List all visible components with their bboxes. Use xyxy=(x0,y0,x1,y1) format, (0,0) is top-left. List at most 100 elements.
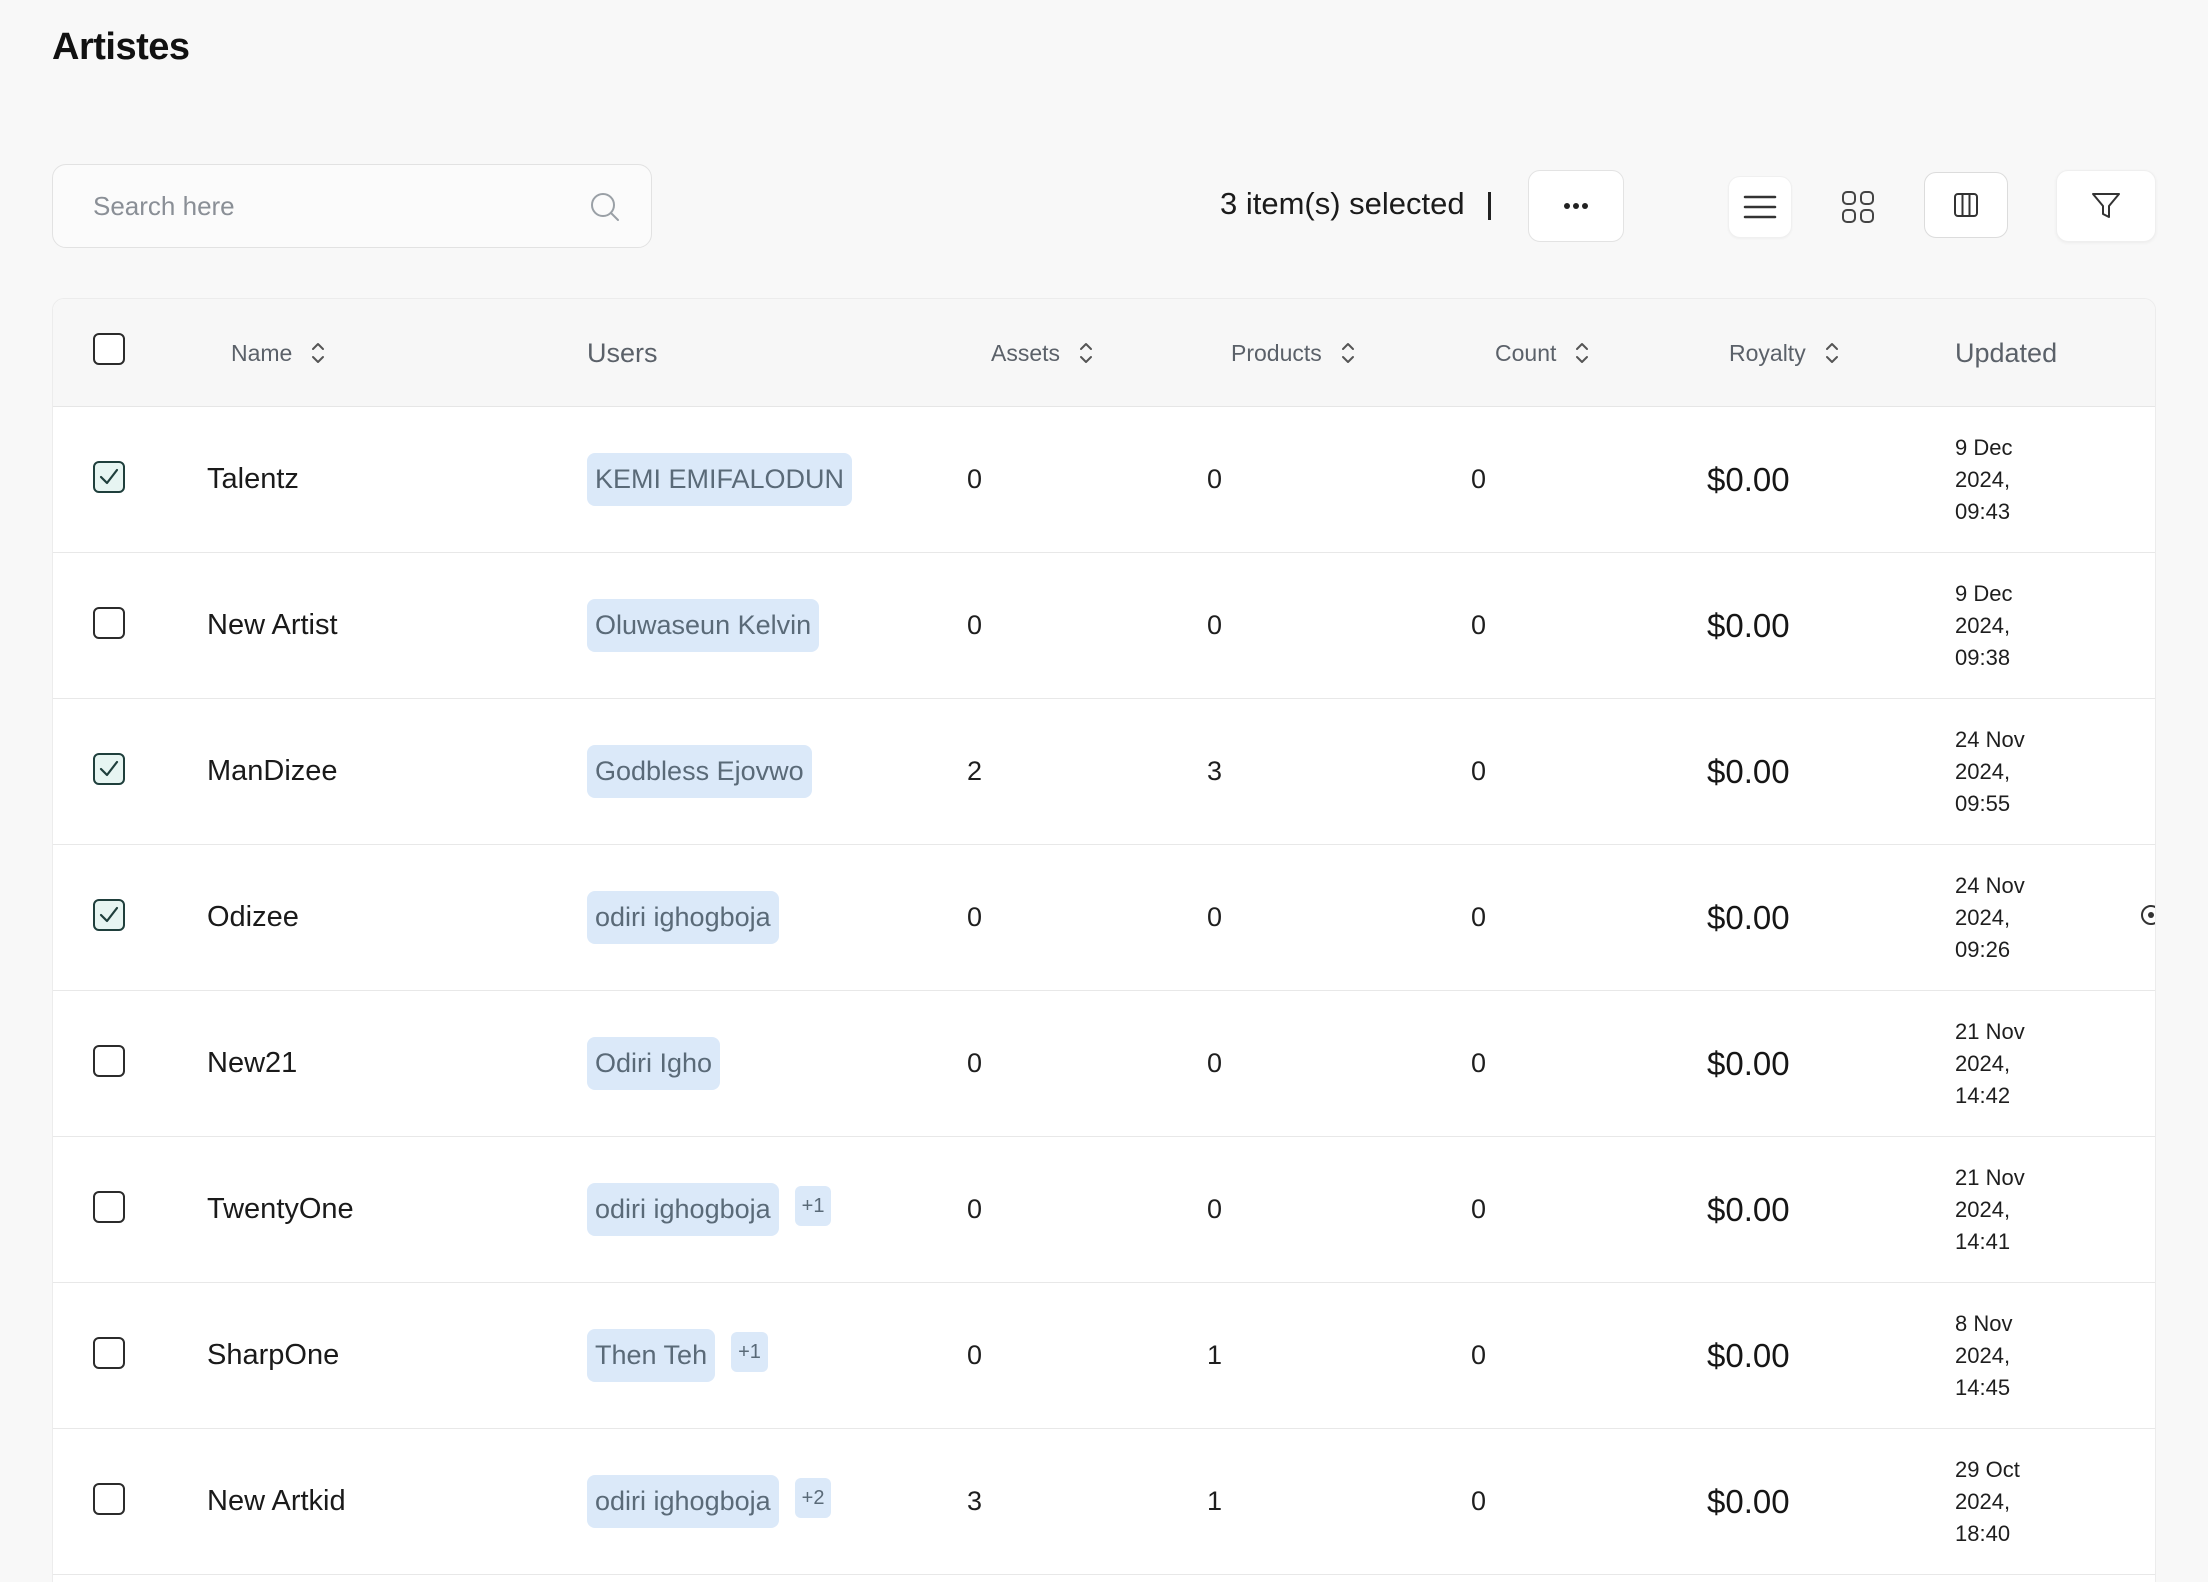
more-actions-button[interactable] xyxy=(1528,170,1624,242)
count-value: 0 xyxy=(1471,464,1487,494)
users-cell: KEMI EMIFALODUN xyxy=(587,407,853,552)
table-row[interactable]: Talentz KEMI EMIFALODUN 0 0 0 $0.00 9 Dec 2024,… xyxy=(53,407,2155,553)
updated-year: 2024, xyxy=(1955,904,2011,930)
updated-year: 2024, xyxy=(1955,1050,2011,1076)
artist-name[interactable]: New Artkid xyxy=(207,1429,346,1574)
user-chip[interactable]: odiri ighogboja xyxy=(587,1183,779,1236)
royalty-value: $0.00 xyxy=(1707,1482,1790,1520)
view-icon[interactable] xyxy=(2139,903,2156,927)
sort-icon xyxy=(312,343,325,363)
row-checkbox[interactable] xyxy=(93,899,125,931)
column-header-products[interactable]: Products xyxy=(1231,299,1356,407)
sort-icon xyxy=(1080,343,1093,363)
updated-year: 2024, xyxy=(1955,758,2011,784)
row-checkbox[interactable] xyxy=(93,1483,125,1515)
artist-name[interactable]: New Artist xyxy=(207,553,338,698)
artists-table: Name Users Assets Products Count Royalty… xyxy=(52,298,2156,1582)
check-icon xyxy=(99,760,119,777)
column-header-users: Users xyxy=(587,299,658,407)
updated-time: 09:26 xyxy=(1955,936,2011,962)
royalty-value: $0.00 xyxy=(1707,1336,1790,1374)
assets-value: 0 xyxy=(967,464,983,494)
users-cell: Godbless Ejovwo xyxy=(587,699,812,844)
more-users-badge[interactable]: +1 xyxy=(794,1185,832,1226)
column-header-count-label: Count xyxy=(1495,339,1557,366)
filter-icon xyxy=(2092,193,2120,218)
updated-time: 09:38 xyxy=(1955,644,2011,670)
columns-button[interactable] xyxy=(1924,172,2008,238)
sort-icon xyxy=(1576,343,1589,363)
more-users-badge[interactable]: +1 xyxy=(731,1331,768,1372)
artist-name[interactable]: Odizee xyxy=(207,845,299,990)
columns-icon xyxy=(1954,193,1978,217)
column-header-assets-label: Assets xyxy=(991,339,1061,366)
row-checkbox[interactable] xyxy=(93,607,125,639)
select-all-checkbox[interactable] xyxy=(93,333,125,365)
column-header-count[interactable]: Count xyxy=(1495,299,1590,407)
table-row[interactable]: New Artist Oluwaseun Kelvin 0 0 0 $0.00 9 Dec 2… xyxy=(53,553,2155,699)
artist-name[interactable]: ManDizee xyxy=(207,699,338,844)
royalty-value: $0.00 xyxy=(1707,1190,1790,1228)
count-value: 0 xyxy=(1471,1048,1487,1078)
search-input[interactable] xyxy=(93,165,573,247)
table-row[interactable]: ManDizee Godbless Ejovwo 2 3 0 $0.00 24 Nov 202… xyxy=(53,699,2155,845)
count-value: 0 xyxy=(1471,1340,1487,1370)
column-header-products-label: Products xyxy=(1231,339,1322,366)
table-row[interactable]: Odizee odiri ighogboja 0 0 0 $0.00 24 Nov 2024,… xyxy=(53,845,2155,991)
assets-value: 0 xyxy=(967,610,983,640)
table-row[interactable]: TwentyOne odiri ighogboja +1 0 0 0 $0.00 21 Nov… xyxy=(53,1137,2155,1283)
sort-icon xyxy=(1341,343,1354,363)
column-header-updated: Updated xyxy=(1955,299,2057,407)
updated-value: 21 Nov 2024, 14:42 xyxy=(1955,991,2095,1136)
royalty-value: $0.00 xyxy=(1707,460,1790,498)
table-row[interactable]: New Artkid odiri ighogboja +2 3 1 0 $0.00 29 Oc… xyxy=(53,1429,2155,1575)
grid-view-button[interactable] xyxy=(1824,176,1892,238)
user-chip[interactable]: KEMI EMIFALODUN xyxy=(587,453,853,506)
search-icon[interactable] xyxy=(589,191,621,223)
updated-time: 14:41 xyxy=(1955,1228,2011,1254)
row-checkbox[interactable] xyxy=(93,753,125,785)
artist-name[interactable]: SharpOne xyxy=(207,1283,339,1428)
user-chip[interactable]: Godbless Ejovwo xyxy=(587,745,812,798)
table-row[interactable]: New21 Odiri Igho 0 0 0 $0.00 21 Nov 2024, 14:42 xyxy=(53,991,2155,1137)
artist-name[interactable]: New21 xyxy=(207,991,297,1136)
check-icon xyxy=(99,468,119,485)
column-header-name[interactable]: Name xyxy=(231,299,326,407)
updated-time: 09:43 xyxy=(1955,498,2011,524)
count-value: 0 xyxy=(1471,756,1487,786)
user-chip[interactable]: odiri ighogboja xyxy=(587,1475,779,1528)
list-view-button[interactable] xyxy=(1728,176,1792,238)
artist-name[interactable]: Talentz xyxy=(207,407,299,552)
royalty-value: $0.00 xyxy=(1707,1044,1790,1082)
users-cell: odiri ighogboja +1 xyxy=(587,1137,832,1282)
updated-time: 18:40 xyxy=(1955,1520,2011,1546)
user-chip[interactable]: odiri ighogboja xyxy=(587,891,779,944)
users-cell: odiri ighogboja xyxy=(587,845,779,990)
filter-button[interactable] xyxy=(2056,170,2156,242)
column-header-assets[interactable]: Assets xyxy=(991,299,1094,407)
products-value: 0 xyxy=(1207,1194,1223,1224)
user-chip[interactable]: Odiri Igho xyxy=(587,1037,721,1090)
updated-year: 2024, xyxy=(1955,466,2011,492)
column-header-updated-label: Updated xyxy=(1955,337,2058,368)
search-box[interactable] xyxy=(52,164,652,248)
table-row[interactable]: SharpOne Then Teh +1 0 1 0 $0.00 8 Nov 2024, 14:4… xyxy=(53,1283,2155,1429)
updated-value: 21 Nov 2024, 14:41 xyxy=(1955,1137,2095,1282)
artist-name[interactable]: TwentyOne xyxy=(207,1137,354,1282)
more-dots-icon xyxy=(1564,203,1588,209)
count-value: 0 xyxy=(1471,902,1487,932)
updated-value: 29 Oct 2024, 18:40 xyxy=(1955,1429,2095,1574)
table-header: Name Users Assets Products Count Royalty… xyxy=(53,299,2155,407)
row-checkbox[interactable] xyxy=(93,461,125,493)
user-chip[interactable]: Then Teh xyxy=(587,1329,716,1382)
row-checkbox[interactable] xyxy=(93,1337,125,1369)
grid-view-icon xyxy=(1842,191,1874,223)
user-chip[interactable]: Oluwaseun Kelvin xyxy=(587,599,820,652)
column-header-royalty[interactable]: Royalty xyxy=(1729,299,1840,407)
assets-value: 0 xyxy=(967,1340,983,1370)
users-cell: odiri ighogboja +2 xyxy=(587,1429,832,1574)
row-checkbox[interactable] xyxy=(93,1045,125,1077)
more-users-badge[interactable]: +2 xyxy=(794,1477,832,1518)
row-checkbox[interactable] xyxy=(93,1191,125,1223)
updated-date: 9 Dec xyxy=(1955,580,2013,606)
